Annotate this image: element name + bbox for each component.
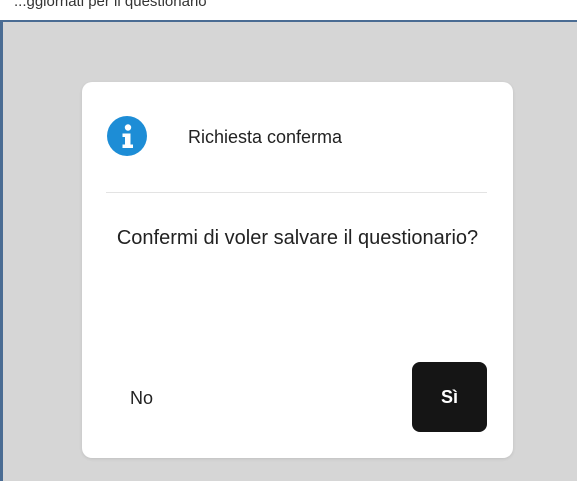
background-page-header: ...ggiornati per il questionario — [0, 0, 577, 20]
header-divider — [106, 192, 487, 193]
no-button[interactable]: No — [120, 380, 163, 416]
dialog-message: Confermi di voler salvare il questionari… — [116, 227, 479, 249]
yes-button[interactable]: Sì — [412, 362, 487, 432]
info-icon — [107, 116, 147, 156]
dialog-header: Richiesta conferma — [82, 82, 513, 192]
dialog-title: Richiesta conferma — [188, 127, 343, 147]
background-page-text: ...ggiornati per il questionario — [14, 0, 207, 10]
modal-overlay: Richiesta conferma Confermi di voler sal… — [0, 20, 577, 481]
confirm-dialog: Richiesta conferma Confermi di voler sal… — [82, 82, 513, 458]
